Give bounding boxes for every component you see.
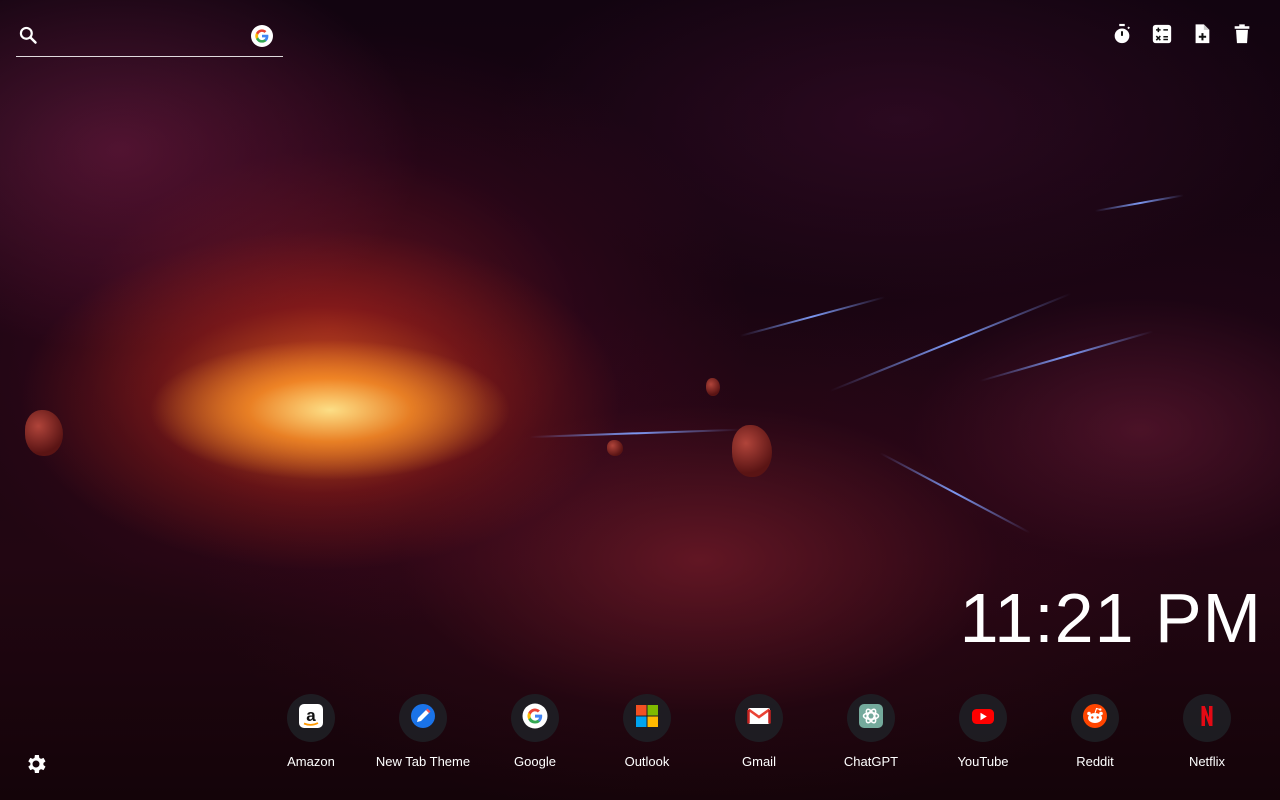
shortcut-circle — [1071, 694, 1119, 742]
new-tab-theme-icon — [410, 703, 436, 734]
reddit-icon — [1082, 703, 1108, 734]
shortcuts-bar: a Amazon New Tab Theme Google Outlook Gm… — [255, 694, 1263, 769]
amazon-icon: a — [298, 703, 324, 734]
shortcut-label: Reddit — [1076, 754, 1114, 769]
shortcut-circle — [959, 694, 1007, 742]
clock: 11:21 PM — [959, 579, 1262, 657]
search-bar[interactable] — [16, 22, 283, 57]
gear-icon — [24, 755, 48, 780]
note-add-icon — [1191, 23, 1213, 50]
shortcut-circle — [623, 694, 671, 742]
calculator-icon — [1151, 23, 1173, 50]
google-icon[interactable] — [251, 25, 273, 47]
search-icon[interactable] — [18, 25, 38, 45]
background-wallpaper — [0, 0, 1280, 800]
shortcut-label: ChatGPT — [843, 754, 899, 769]
shortcut-circle: a — [287, 694, 335, 742]
shortcut-label: Netflix — [1188, 754, 1226, 769]
add-note-button[interactable] — [1190, 23, 1214, 50]
shortcut-label: Amazon — [287, 754, 335, 769]
shortcut-label: New Tab Theme — [375, 754, 471, 769]
shortcut-outlook[interactable]: Outlook — [591, 694, 703, 769]
trash-icon — [1231, 23, 1253, 50]
shortcut-chatgpt[interactable]: ChatGPT — [815, 694, 927, 769]
shortcut-netflix[interactable]: Netflix — [1151, 694, 1263, 769]
shortcut-label: Gmail — [742, 754, 776, 769]
google-icon — [522, 703, 548, 734]
youtube-icon — [970, 703, 996, 734]
shortcut-gmail[interactable]: Gmail — [703, 694, 815, 769]
timer-button[interactable] — [1110, 23, 1134, 50]
shortcut-google[interactable]: Google — [479, 694, 591, 769]
stopwatch-icon — [1111, 23, 1133, 50]
microsoft-icon — [635, 704, 659, 733]
gmail-icon — [746, 703, 772, 734]
shortcut-youtube[interactable]: YouTube — [927, 694, 1039, 769]
shortcut-circle — [847, 694, 895, 742]
toolbar — [1110, 23, 1254, 50]
svg-text:a: a — [306, 706, 316, 725]
chatgpt-icon — [858, 703, 884, 734]
shortcut-label: Google — [514, 754, 556, 769]
shortcut-reddit[interactable]: Reddit — [1039, 694, 1151, 769]
shortcut-label: YouTube — [957, 754, 1009, 769]
shortcut-label: Outlook — [624, 754, 670, 769]
search-input[interactable] — [50, 24, 244, 50]
delete-button[interactable] — [1230, 23, 1254, 50]
shortcut-circle — [735, 694, 783, 742]
shortcut-new-tab-theme[interactable]: New Tab Theme — [367, 694, 479, 769]
shortcut-amazon[interactable]: a Amazon — [255, 694, 367, 769]
settings-button[interactable] — [24, 752, 48, 776]
calculator-button[interactable] — [1150, 24, 1174, 48]
shortcut-circle — [1183, 694, 1231, 742]
shortcut-circle — [399, 694, 447, 742]
netflix-icon — [1194, 703, 1220, 734]
shortcut-circle — [511, 694, 559, 742]
